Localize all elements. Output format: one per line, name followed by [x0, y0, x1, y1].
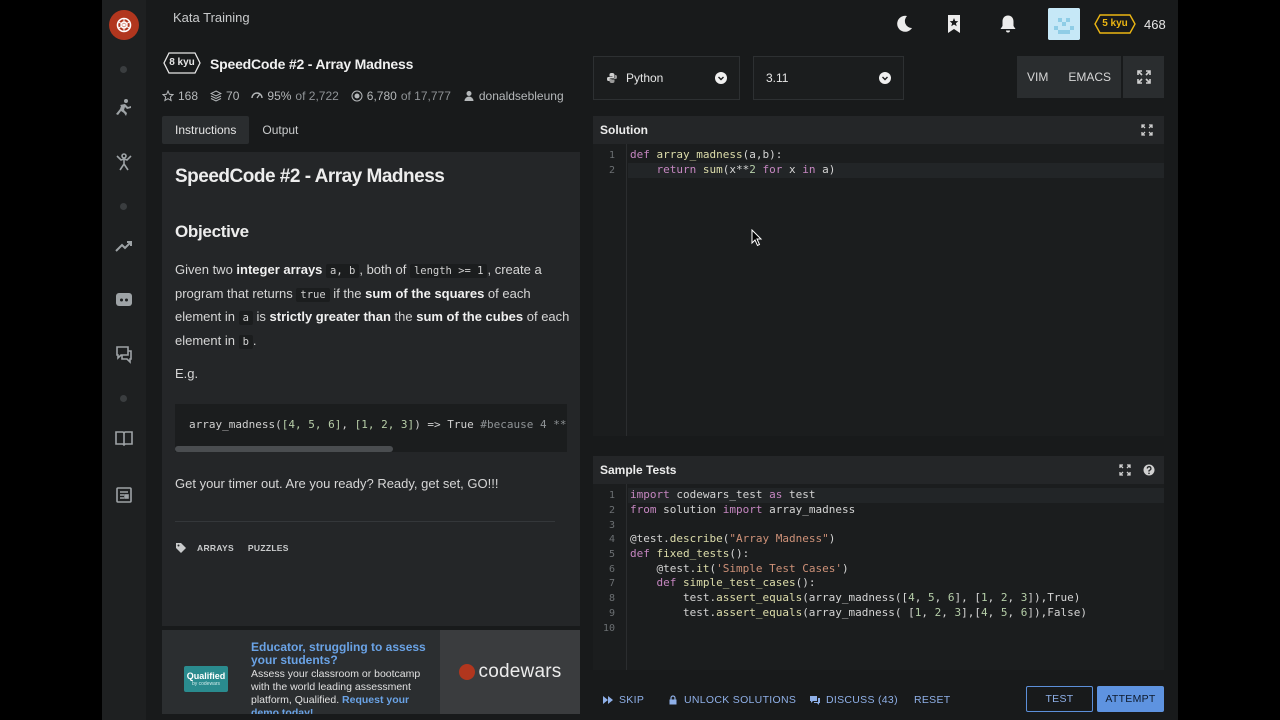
- test-button[interactable]: TEST: [1026, 686, 1093, 712]
- satisfaction-icon: [251, 92, 264, 99]
- user-icon: [464, 91, 474, 101]
- reset-button[interactable]: RESET: [914, 694, 951, 706]
- tags-divider: [175, 521, 555, 522]
- vim-mode-button[interactable]: VIM: [1027, 70, 1048, 84]
- scrollbar-thumb[interactable]: [175, 446, 393, 452]
- description-tabs: Instructions Output: [162, 116, 311, 144]
- mouse-cursor-icon: [751, 229, 763, 247]
- fast-forward-icon: [603, 696, 613, 704]
- code-line: def fixed_tests():: [630, 547, 750, 560]
- section-title: Kata Training: [173, 10, 250, 25]
- chevron-down-icon: [715, 72, 727, 84]
- comments-icon: [810, 696, 820, 705]
- discuss-button[interactable]: DISCUSS (43): [810, 694, 898, 706]
- stars-stat[interactable]: 168: [162, 89, 198, 103]
- code-line: test.assert_equals(array_madness([4, 5, …: [630, 591, 1081, 604]
- fullscreen-button[interactable]: [1123, 56, 1164, 98]
- code-line: def simple_test_cases():: [656, 576, 816, 589]
- emacs-mode-button[interactable]: EMACS: [1068, 70, 1111, 84]
- code-line: return sum(x**2 for x in a): [656, 163, 836, 176]
- example-code-line: array_madness([4, 5, 6], [1, 2, 3]) => T…: [189, 418, 567, 431]
- ad-body: Assess your classroom or bootcamp with t…: [251, 668, 431, 714]
- kata-kyu-badge: 8 kyu: [163, 52, 201, 74]
- sample-tests-editor[interactable]: 1 2 3 4 5 6 7 8 9 10 import codewars_tes…: [593, 484, 1164, 670]
- chevron-down-icon: [879, 72, 891, 84]
- code-line: test.assert_equals(array_madness( [1, 2,…: [630, 606, 1088, 619]
- description-heading: SpeedCode #2 - Array Madness: [175, 166, 445, 187]
- kata-tags: ARRAYS PUZZLES: [175, 540, 293, 556]
- discussion-icon[interactable]: [112, 342, 136, 366]
- layers-icon: [210, 90, 223, 102]
- bell-icon[interactable]: [996, 12, 1020, 36]
- completed-stat: 6,780 of 17,777: [351, 89, 451, 103]
- user-rank-badge: 5 kyu: [1094, 14, 1136, 34]
- version-select[interactable]: 3.11: [753, 56, 904, 100]
- practice-icon[interactable]: [112, 150, 136, 174]
- app-window: Kata Training 5 kyu 468 8 kyu SpeedCode …: [102, 0, 1178, 720]
- objective-paragraph: Given two integer arrays a, b, both of l…: [175, 262, 570, 349]
- codewars-logo-icon: [458, 664, 475, 680]
- unlock-solutions-button[interactable]: UNLOCK SOLUTIONS: [668, 694, 796, 706]
- tag-icon: [176, 543, 186, 553]
- code-line: @test.describe("Array Madness"): [630, 532, 836, 545]
- training-icon[interactable]: [112, 96, 136, 120]
- expand-icon[interactable]: [1119, 464, 1131, 476]
- code-line: def array_madness(a,b):: [630, 148, 783, 161]
- code-block-scrollbar[interactable]: [175, 446, 567, 452]
- closing-paragraph: Get your timer out. Are you ready? Ready…: [175, 476, 499, 491]
- discord-icon[interactable]: [112, 288, 136, 312]
- sidebar: [102, 0, 146, 720]
- leaderboard-trend-icon[interactable]: [112, 234, 136, 258]
- tab-instructions[interactable]: Instructions: [162, 116, 250, 144]
- sample-tests-panel-header: Sample Tests: [593, 456, 1164, 484]
- expand-icon[interactable]: [1141, 124, 1153, 136]
- skip-button[interactable]: SKIP: [603, 694, 644, 706]
- solution-panel-header: Solution: [593, 116, 1164, 144]
- author-stat[interactable]: donaldsebleung: [463, 89, 564, 103]
- sidebar-divider-dot: [120, 395, 127, 402]
- codewars-brand: codewars: [440, 630, 580, 714]
- moon-icon[interactable]: [892, 12, 916, 36]
- expand-icon: [1136, 70, 1151, 84]
- honor-score: 468: [1144, 17, 1166, 32]
- line-gutter: [593, 144, 627, 436]
- qualified-logo: Qualified by codewars: [184, 666, 228, 692]
- code-line: @test.it('Simple Test Cases'): [630, 562, 849, 575]
- kata-stats: 168 70 95% of 2,722 6,780 of 17,777 dona…: [162, 89, 564, 103]
- tag-puzzles[interactable]: PUZZLES: [244, 540, 293, 556]
- blog-news-icon[interactable]: [112, 483, 136, 507]
- solution-editor[interactable]: 1 2 def array_madness(a,b): return sum(x…: [593, 144, 1164, 436]
- sidebar-divider-dot: [120, 66, 127, 73]
- instructions-panel: SpeedCode #2 - Array Madness Objective G…: [162, 152, 580, 626]
- python-icon: [607, 73, 617, 83]
- action-bar: SKIP UNLOCK SOLUTIONS DISCUSS (43) RESET…: [593, 686, 1168, 714]
- objective-heading: Objective: [175, 222, 249, 241]
- version-select-value: 3.11: [766, 71, 789, 85]
- code-line: from solution import array_madness: [630, 503, 856, 516]
- lock-icon: [669, 695, 677, 705]
- codewars-logo-icon[interactable]: [109, 10, 139, 40]
- language-select[interactable]: Python: [593, 56, 740, 100]
- qualified-ad[interactable]: Qualified by codewars Educator, struggli…: [162, 630, 580, 714]
- satisfaction-stat: 95% of 2,722: [251, 89, 339, 103]
- tab-output[interactable]: Output: [249, 116, 311, 144]
- example-code-block: array_madness([4, 5, 6], [1, 2, 3]) => T…: [175, 404, 567, 452]
- bookmark-star-icon[interactable]: [942, 12, 966, 36]
- user-avatar[interactable]: [1048, 8, 1080, 40]
- docs-book-icon[interactable]: [112, 426, 136, 450]
- kata-title: SpeedCode #2 - Array Madness: [210, 56, 414, 72]
- language-select-value: Python: [626, 71, 664, 85]
- completed-icon: [351, 90, 363, 102]
- star-icon: [162, 90, 174, 102]
- sidebar-divider-dot: [120, 203, 127, 210]
- help-icon[interactable]: [1143, 464, 1155, 476]
- tag-arrays[interactable]: ARRAYS: [193, 540, 238, 556]
- code-line: import codewars_test as test: [630, 488, 816, 501]
- editor-mode-toggle: VIM EMACS: [1017, 56, 1121, 98]
- attempt-button[interactable]: ATTEMPT: [1097, 686, 1164, 712]
- collections-stat[interactable]: 70: [210, 89, 239, 103]
- eg-label: E.g.: [175, 366, 199, 381]
- ad-headline: Educator, struggling to assess your stud…: [251, 640, 426, 667]
